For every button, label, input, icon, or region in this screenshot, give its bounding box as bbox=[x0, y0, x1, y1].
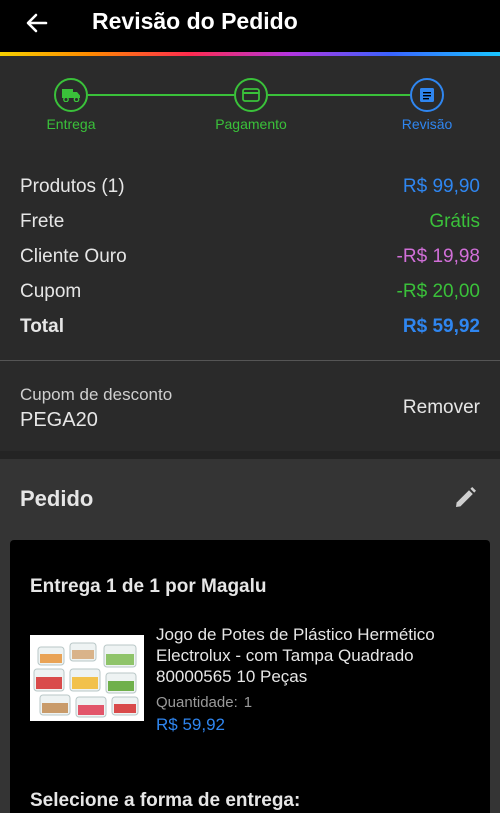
coupon-code: PEGA20 bbox=[20, 409, 98, 431]
step-label-entrega: Entrega bbox=[46, 116, 96, 132]
summary-label: Cliente Ouro bbox=[20, 246, 127, 267]
remove-coupon-button[interactable]: Remover bbox=[403, 397, 480, 419]
summary-value: R$ 99,90 bbox=[402, 176, 480, 197]
delivery-title: Entrega 1 de 1 por Magalu bbox=[30, 576, 267, 597]
summary-value: -R$ 20,00 bbox=[396, 281, 480, 302]
product-quantity: Quantidade: 1 bbox=[156, 694, 252, 711]
total-label: Total bbox=[20, 316, 64, 337]
summary-label: Produtos (1) bbox=[20, 176, 125, 197]
pencil-icon[interactable] bbox=[452, 485, 478, 511]
summary-value: -R$ 19,98 bbox=[396, 246, 480, 267]
summary-label: Frete bbox=[20, 211, 65, 232]
summary-row-frete: Frete Grátis bbox=[20, 211, 480, 239]
summary-row-produtos: Produtos (1) R$ 99,90 bbox=[20, 176, 480, 204]
back-arrow-icon[interactable] bbox=[22, 8, 52, 38]
pedido-area: Entrega 1 de 1 por Magalu Jogo de Potes … bbox=[0, 535, 500, 813]
section-gap bbox=[0, 451, 500, 459]
summary-value: Grátis bbox=[429, 211, 480, 232]
step-pagamento[interactable] bbox=[234, 78, 268, 112]
step-connector bbox=[88, 94, 234, 96]
summary-row-cliente-ouro: Cliente Ouro -R$ 19,98 bbox=[20, 246, 480, 274]
product-image[interactable] bbox=[30, 635, 144, 721]
step-label-revisao: Revisão bbox=[401, 116, 453, 132]
card-icon bbox=[242, 88, 260, 102]
order-summary: Produtos (1) R$ 99,90 Frete Grátis Clien… bbox=[0, 150, 500, 360]
page-title: Revisão do Pedido bbox=[92, 8, 298, 34]
shipping-method-title: Selecione a forma de entrega: bbox=[30, 790, 301, 811]
food-containers-image bbox=[30, 635, 144, 721]
summary-row-total: Total R$ 59,92 bbox=[20, 316, 480, 344]
app-header: Revisão do Pedido bbox=[0, 0, 500, 52]
checkout-stepper: Entrega Pagamento Revisão bbox=[0, 56, 500, 150]
quantity-value: 1 bbox=[243, 694, 253, 711]
truck-icon bbox=[62, 89, 80, 102]
summary-row-cupom: Cupom -R$ 20,00 bbox=[20, 281, 480, 309]
summary-label: Cupom bbox=[20, 281, 82, 302]
document-icon bbox=[420, 88, 434, 102]
step-revisao[interactable] bbox=[410, 78, 444, 112]
step-entrega[interactable] bbox=[54, 78, 88, 112]
pedido-title: Pedido bbox=[20, 486, 94, 511]
coupon-section: Cupom de desconto PEGA20 Remover bbox=[0, 361, 500, 451]
product-name[interactable]: Jogo de Potes de Plástico Hermético Elec… bbox=[156, 624, 476, 687]
product-price: R$ 59,92 bbox=[156, 715, 225, 734]
delivery-card: Entrega 1 de 1 por Magalu Jogo de Potes … bbox=[10, 540, 490, 813]
step-connector bbox=[268, 94, 410, 96]
pedido-header: Pedido bbox=[0, 459, 500, 535]
coupon-label: Cupom de desconto bbox=[20, 385, 173, 404]
step-label-pagamento: Pagamento bbox=[215, 116, 287, 132]
quantity-label: Quantidade: bbox=[156, 694, 238, 711]
total-value: R$ 59,92 bbox=[402, 316, 480, 337]
